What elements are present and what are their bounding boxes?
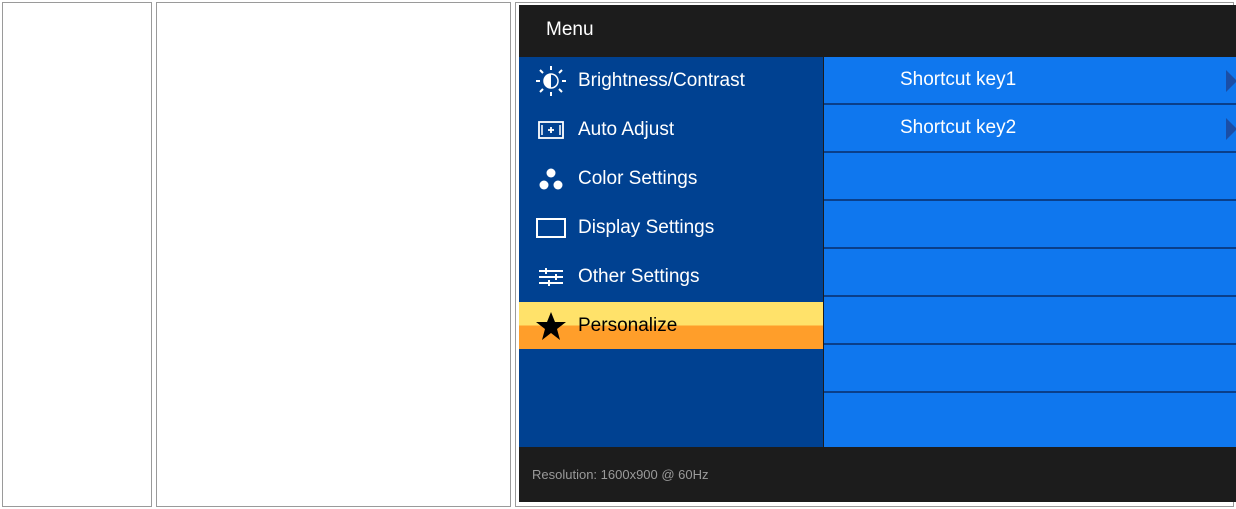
menu-item-label: Other Settings [578, 266, 700, 287]
submenu-item-label: Shortcut key1 [900, 69, 1017, 90]
arrow-right-icon [1226, 118, 1236, 140]
menu-item-label: Auto Adjust [578, 119, 675, 140]
auto-adjust-icon [534, 113, 568, 147]
submenu-panel: Shortcut key1 Shortcut key2 [824, 57, 1236, 447]
table-cell-empty-2 [156, 2, 511, 507]
menu-item-other-settings[interactable]: Other Settings [519, 253, 823, 301]
submenu-item-shortcut-key2[interactable]: Shortcut key2 [824, 105, 1236, 153]
menu-item-display-settings[interactable]: Display Settings [519, 204, 823, 252]
star-icon [534, 309, 568, 343]
arrow-right-icon [1226, 70, 1236, 92]
osd-title: Menu [546, 19, 594, 40]
color-settings-icon [534, 162, 568, 196]
other-settings-icon [534, 260, 568, 294]
submenu-empty-row [824, 249, 1236, 297]
menu-item-label: Personalize [578, 314, 678, 336]
menu-item-auto-adjust[interactable]: Auto Adjust [519, 106, 823, 154]
status-bar: Resolution: 1600x900 @ 60Hz [519, 447, 1236, 502]
table-cell-empty-1 [2, 2, 152, 507]
menu-item-label: Brightness/Contrast [578, 70, 745, 91]
submenu-empty-row [824, 153, 1236, 201]
display-settings-icon [534, 211, 568, 245]
brightness-icon [534, 64, 568, 98]
osd-menu: Menu Brightness/Contrast Auto Adjust Col… [519, 5, 1236, 502]
menu-item-label: Display Settings [578, 217, 715, 238]
main-menu-panel: Brightness/Contrast Auto Adjust Color Se… [519, 57, 823, 447]
submenu-empty-row [824, 393, 1236, 439]
menu-item-label: Color Settings [578, 168, 698, 189]
resolution-status: Resolution: 1600x900 @ 60Hz [532, 467, 709, 482]
submenu-empty-row [824, 297, 1236, 345]
submenu-empty-row [824, 345, 1236, 393]
menu-item-personalize[interactable]: Personalize [519, 302, 823, 349]
menu-item-color-settings[interactable]: Color Settings [519, 155, 823, 203]
menu-item-brightness-contrast[interactable]: Brightness/Contrast [519, 57, 823, 105]
submenu-empty-row [824, 201, 1236, 249]
submenu-item-label: Shortcut key2 [900, 117, 1017, 138]
submenu-item-shortcut-key1[interactable]: Shortcut key1 [824, 57, 1236, 105]
